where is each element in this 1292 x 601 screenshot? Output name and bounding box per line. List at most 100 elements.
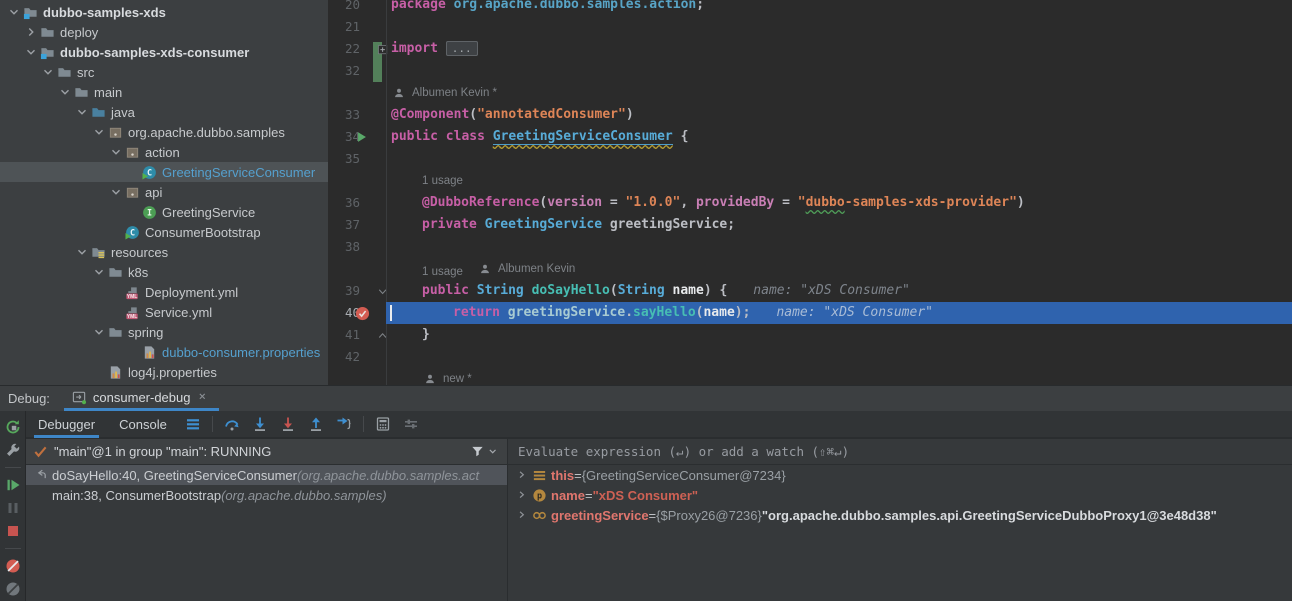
view-tab-debugger[interactable]: Debugger: [26, 410, 107, 438]
tree-item-org-apache-dubbo-samples[interactable]: org.apache.dubbo.samples: [0, 122, 328, 142]
tab-consumer-debug[interactable]: consumer-debug: [64, 386, 220, 411]
modify-run-configuration-button[interactable]: [4, 441, 22, 458]
editor-line-21[interactable]: 21: [328, 16, 1292, 38]
close-icon[interactable]: [195, 389, 211, 405]
editor-line-22[interactable]: 22import ...: [328, 38, 1292, 60]
editor-line-34[interactable]: 34public class GreetingServiceConsumer {: [328, 126, 1292, 148]
code-content: new *: [386, 368, 1292, 385]
token-attr: version: [547, 195, 602, 210]
author-annotation[interactable]: Albumen Kevin: [477, 258, 575, 280]
svg-text:C: C: [129, 227, 134, 237]
pause-program-button[interactable]: [4, 499, 22, 516]
variable-row-name[interactable]: pname = "xDS Consumer": [508, 485, 1292, 505]
rerun-button[interactable]: [4, 418, 22, 435]
token-str: -samples-xds-provider": [845, 195, 1017, 210]
chevron-expanded-icon[interactable]: [91, 124, 107, 140]
layout-settings-icon: [403, 416, 419, 432]
chevron-expanded-icon[interactable]: [91, 264, 107, 280]
tree-item-log4j-properties[interactable]: log4j.properties: [0, 362, 328, 382]
evaluate-expression-button[interactable]: [372, 413, 394, 435]
tree-item-deployment-yml[interactable]: YMLDeployment.yml: [0, 282, 328, 302]
author-annotation[interactable]: Albumen Kevin *: [391, 82, 497, 104]
force-step-into-button[interactable]: [277, 413, 299, 435]
watch-input-row[interactable]: Evaluate expression (↵) or add a watch (…: [508, 439, 1292, 465]
chevron-expanded-icon[interactable]: [74, 104, 90, 120]
tree-item-dubbo-consumer-properties[interactable]: dubbo-consumer.properties: [0, 342, 328, 362]
breakpoint-icon[interactable]: [354, 305, 370, 321]
tree-item-java[interactable]: java: [0, 102, 328, 122]
expand-chevron-icon[interactable]: [514, 467, 530, 483]
tree-item-label: Deployment.yml: [145, 285, 238, 300]
token-pln: (: [469, 107, 477, 122]
editor-line-35[interactable]: 35: [328, 148, 1292, 170]
step-into-button[interactable]: [249, 413, 271, 435]
chevron-collapsed-icon[interactable]: [23, 24, 39, 40]
chevron-expanded-icon[interactable]: [108, 144, 124, 160]
filter-icon[interactable]: [469, 444, 485, 460]
expand-chevron-icon[interactable]: [514, 507, 530, 523]
tree-item-k8s[interactable]: k8s: [0, 262, 328, 282]
view-breakpoints-button[interactable]: [4, 557, 22, 574]
tree-item-dubbo-samples-xds-consumer[interactable]: dubbo-samples-xds-consumer: [0, 42, 328, 62]
token-pln: =: [774, 195, 797, 210]
tree-item-dubbo-samples-xds[interactable]: dubbo-samples-xds: [0, 2, 328, 22]
editor-line-37[interactable]: 37private GreetingService greetingServic…: [328, 214, 1292, 236]
editor-line-41[interactable]: 41}: [328, 324, 1292, 346]
editor-line-33[interactable]: 33@Component("annotatedConsumer"): [328, 104, 1292, 126]
run-to-cursor-button[interactable]: [333, 413, 355, 435]
editor-line-40[interactable]: 40return greetingService.sayHello(name);…: [328, 302, 1292, 324]
run-to-cursor-icon: [336, 416, 352, 432]
variable-row-this[interactable]: this = {GreetingServiceConsumer@7234}: [508, 465, 1292, 485]
run-arrow-icon[interactable]: [354, 129, 370, 145]
tree-item-deploy[interactable]: deploy: [0, 22, 328, 42]
editor-annotation-line: Albumen Kevin *: [328, 82, 1292, 104]
editor-line-36[interactable]: 36@DubboReference(version = "1.0.0", pro…: [328, 192, 1292, 214]
line-number: 21: [328, 16, 360, 38]
editor-line-32[interactable]: 32: [328, 60, 1292, 82]
resume-program-button[interactable]: [4, 476, 22, 493]
tree-item-greetingservice[interactable]: IGreetingService: [0, 202, 328, 222]
show-execution-point-button[interactable]: [182, 413, 204, 435]
chevron-expanded-icon[interactable]: [23, 44, 39, 60]
code-content: [386, 148, 1292, 170]
stack-frame[interactable]: main:38, ConsumerBootstrap (org.apache.d…: [26, 485, 507, 505]
layout-settings-button[interactable]: [400, 413, 422, 435]
mute-breakpoints-button[interactable]: [4, 581, 22, 598]
stop-button[interactable]: [4, 523, 22, 540]
variable-row-greetingService[interactable]: greetingService = {$Proxy26@7236} "org.a…: [508, 505, 1292, 525]
author-annotation[interactable]: new *: [422, 368, 472, 385]
token-kw: public: [422, 283, 477, 298]
rerun-icon: [5, 419, 21, 435]
expand-chevron-icon[interactable]: [514, 487, 530, 503]
chevron-down-icon[interactable]: [485, 444, 501, 460]
editor-line-38[interactable]: 38: [328, 236, 1292, 258]
tree-item-api[interactable]: api: [0, 182, 328, 202]
token-pln: ;: [696, 0, 704, 12]
token-kw: import: [391, 41, 446, 56]
code-editor[interactable]: 20package org.apache.dubbo.samples.actio…: [328, 0, 1292, 385]
tree-item-src[interactable]: src: [0, 62, 328, 82]
tree-item-resources[interactable]: resources: [0, 242, 328, 262]
editor-line-42[interactable]: 42: [328, 346, 1292, 368]
properties-icon: [107, 364, 123, 380]
tree-item-greetingserviceconsumer[interactable]: CGreetingServiceConsumer: [0, 162, 328, 182]
tree-item-action[interactable]: action: [0, 142, 328, 162]
chevron-expanded-icon[interactable]: [108, 184, 124, 200]
chevron-expanded-icon[interactable]: [57, 84, 73, 100]
editor-line-20[interactable]: 20package org.apache.dubbo.samples.actio…: [328, 0, 1292, 16]
usage-hint[interactable]: 1 usage: [422, 170, 463, 192]
thread-selector[interactable]: "main"@1 in group "main": RUNNING: [26, 439, 507, 465]
step-over-button[interactable]: [221, 413, 243, 435]
chevron-expanded-icon[interactable]: [91, 324, 107, 340]
chevron-expanded-icon[interactable]: [6, 4, 22, 20]
step-out-button[interactable]: [305, 413, 327, 435]
tree-item-consumerbootstrap[interactable]: CConsumerBootstrap: [0, 222, 328, 242]
chevron-expanded-icon[interactable]: [40, 64, 56, 80]
view-tab-console[interactable]: Console: [107, 410, 179, 438]
tree-item-service-yml[interactable]: YMLService.yml: [0, 302, 328, 322]
tree-item-spring[interactable]: spring: [0, 322, 328, 342]
editor-line-39[interactable]: 39public String doSayHello(String name) …: [328, 280, 1292, 302]
stack-frame[interactable]: doSayHello:40, GreetingServiceConsumer (…: [26, 465, 507, 485]
chevron-expanded-icon[interactable]: [74, 244, 90, 260]
tree-item-main[interactable]: main: [0, 82, 328, 102]
